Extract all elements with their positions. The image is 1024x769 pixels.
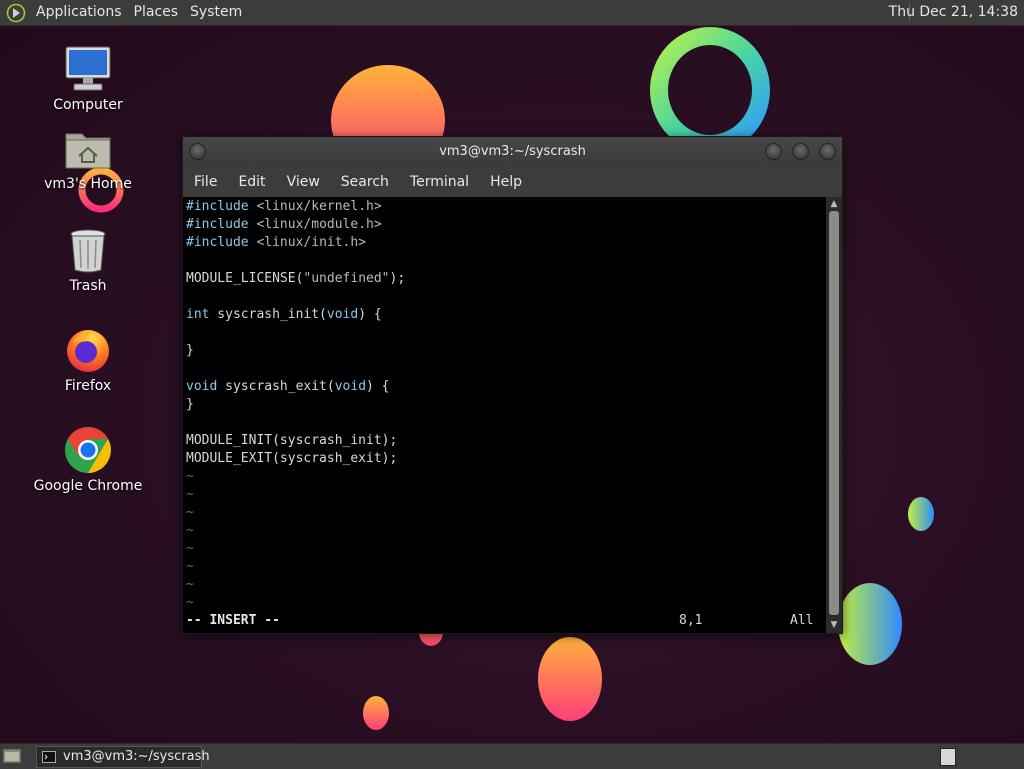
maximize-button[interactable] bbox=[792, 143, 809, 160]
chrome-icon bbox=[65, 427, 111, 473]
code-token: void bbox=[186, 379, 218, 394]
desktop-icon-firefox[interactable]: Firefox bbox=[33, 326, 143, 394]
terminal-window[interactable]: vm3@vm3:~/syscrash File Edit View Search… bbox=[182, 136, 843, 634]
empty-line-marker: ~ bbox=[186, 469, 194, 484]
clock[interactable]: Thu Dec 21, 14:38 bbox=[889, 0, 1018, 25]
code-token: "undefined" bbox=[303, 271, 390, 286]
desktop-icon-label: Computer bbox=[53, 97, 123, 113]
empty-line-marker: ~ bbox=[186, 487, 194, 502]
terminal-text-area[interactable]: #include <linux/kernel.h> #include <linu… bbox=[183, 197, 826, 633]
code-line: MODULE_INIT(syscrash_init); bbox=[186, 432, 397, 450]
code-token: ) { bbox=[358, 307, 382, 322]
vertical-scrollbar[interactable]: ▲ ▼ bbox=[826, 197, 842, 633]
scroll-down-arrow-icon[interactable]: ▼ bbox=[829, 620, 839, 630]
scroll-up-arrow-icon[interactable]: ▲ bbox=[829, 199, 839, 209]
code-token: MODULE_EXIT(syscrash_exit); bbox=[186, 451, 398, 466]
top-panel: Applications Places System Thu Dec 21, 1… bbox=[0, 0, 1024, 26]
code-token: #include bbox=[186, 217, 257, 232]
applications-menu[interactable]: Applications bbox=[30, 0, 128, 25]
desktop-icon-trash[interactable]: Trash bbox=[33, 228, 143, 294]
code-token: void bbox=[334, 379, 367, 394]
firefox-icon bbox=[67, 330, 109, 372]
code-token: <linux/init.h> bbox=[256, 235, 367, 250]
code-line: void syscrash_exit(void) { bbox=[186, 378, 390, 396]
code-token: MODULE_LICENSE( bbox=[186, 271, 304, 286]
desktop-icon-chrome[interactable]: Google Chrome bbox=[33, 426, 143, 494]
empty-line-marker: ~ bbox=[186, 559, 194, 574]
code-line: #include <linux/init.h> bbox=[186, 234, 366, 252]
code-token: <linux/module.h> bbox=[256, 217, 382, 232]
code-line: MODULE_EXIT(syscrash_exit); bbox=[186, 450, 397, 468]
code-token: } bbox=[186, 397, 194, 412]
distro-logo-icon[interactable] bbox=[6, 3, 26, 23]
desktop-icon-computer[interactable]: Computer bbox=[33, 45, 143, 113]
menu-edit[interactable]: Edit bbox=[227, 174, 275, 190]
code-token: void bbox=[326, 307, 359, 322]
scrollbar-thumb[interactable] bbox=[829, 211, 839, 615]
code-line: #include <linux/kernel.h> bbox=[186, 198, 382, 216]
code-token: syscrash_exit( bbox=[217, 379, 335, 394]
home-folder-icon bbox=[65, 133, 111, 169]
code-line: int syscrash_init(void) { bbox=[186, 306, 382, 324]
code-line: MODULE_LICENSE("undefined"); bbox=[186, 270, 405, 288]
menu-terminal[interactable]: Terminal bbox=[399, 174, 479, 190]
empty-line-marker: ~ bbox=[186, 577, 194, 592]
menu-search[interactable]: Search bbox=[330, 174, 399, 190]
scroll-position: All bbox=[790, 613, 814, 628]
code-token: int bbox=[186, 307, 210, 322]
desktop-icon-label: vm3's Home bbox=[44, 176, 132, 192]
code-token: ) { bbox=[366, 379, 390, 394]
code-token: syscrash_init( bbox=[209, 307, 327, 322]
empty-line-marker: ~ bbox=[186, 595, 194, 610]
bottom-panel: vm3@vm3:~/syscrash bbox=[0, 743, 1024, 769]
close-button[interactable] bbox=[819, 143, 836, 160]
show-desktop-icon[interactable] bbox=[2, 747, 22, 765]
empty-line-marker: ~ bbox=[186, 541, 194, 556]
code-line: } bbox=[186, 396, 194, 414]
window-menu-button[interactable] bbox=[189, 143, 206, 160]
menu-help[interactable]: Help bbox=[479, 174, 532, 190]
vim-mode-indicator: -- INSERT -- bbox=[186, 613, 280, 628]
window-titlebar[interactable]: vm3@vm3:~/syscrash bbox=[183, 137, 842, 167]
minimize-button[interactable] bbox=[765, 143, 782, 160]
menu-view[interactable]: View bbox=[276, 174, 330, 190]
workspace-switcher[interactable] bbox=[940, 748, 956, 766]
code-token: #include bbox=[186, 199, 257, 214]
code-token: } bbox=[186, 343, 194, 358]
computer-icon bbox=[65, 46, 111, 91]
menu-file[interactable]: File bbox=[183, 174, 227, 190]
window-title: vm3@vm3:~/syscrash bbox=[439, 144, 586, 159]
code-token: #include bbox=[186, 235, 257, 250]
terminal-menubar: File Edit View Search Terminal Help bbox=[183, 167, 842, 197]
places-menu[interactable]: Places bbox=[128, 0, 185, 25]
empty-line-marker: ~ bbox=[186, 505, 194, 520]
cursor-position: 8,1 bbox=[679, 613, 703, 628]
system-menu[interactable]: System bbox=[184, 0, 248, 25]
desktop-icon-home[interactable]: vm3's Home bbox=[33, 128, 143, 192]
taskbar-window-label: vm3@vm3:~/syscrash bbox=[63, 749, 210, 764]
empty-line-marker: ~ bbox=[186, 523, 194, 538]
code-token: MODULE_INIT(syscrash_init); bbox=[186, 433, 398, 448]
code-line: #include <linux/module.h> bbox=[186, 216, 382, 234]
taskbar-window-button[interactable]: vm3@vm3:~/syscrash bbox=[36, 746, 210, 768]
trash-icon bbox=[70, 229, 106, 273]
code-line: } bbox=[186, 342, 194, 360]
code-token: <linux/kernel.h> bbox=[256, 199, 382, 214]
code-token: ); bbox=[389, 271, 406, 286]
desktop-icon-label: Google Chrome bbox=[33, 478, 143, 494]
desktop-icon-label: Firefox bbox=[64, 378, 112, 394]
terminal-icon bbox=[42, 751, 56, 763]
desktop-icon-label: Trash bbox=[69, 278, 107, 294]
